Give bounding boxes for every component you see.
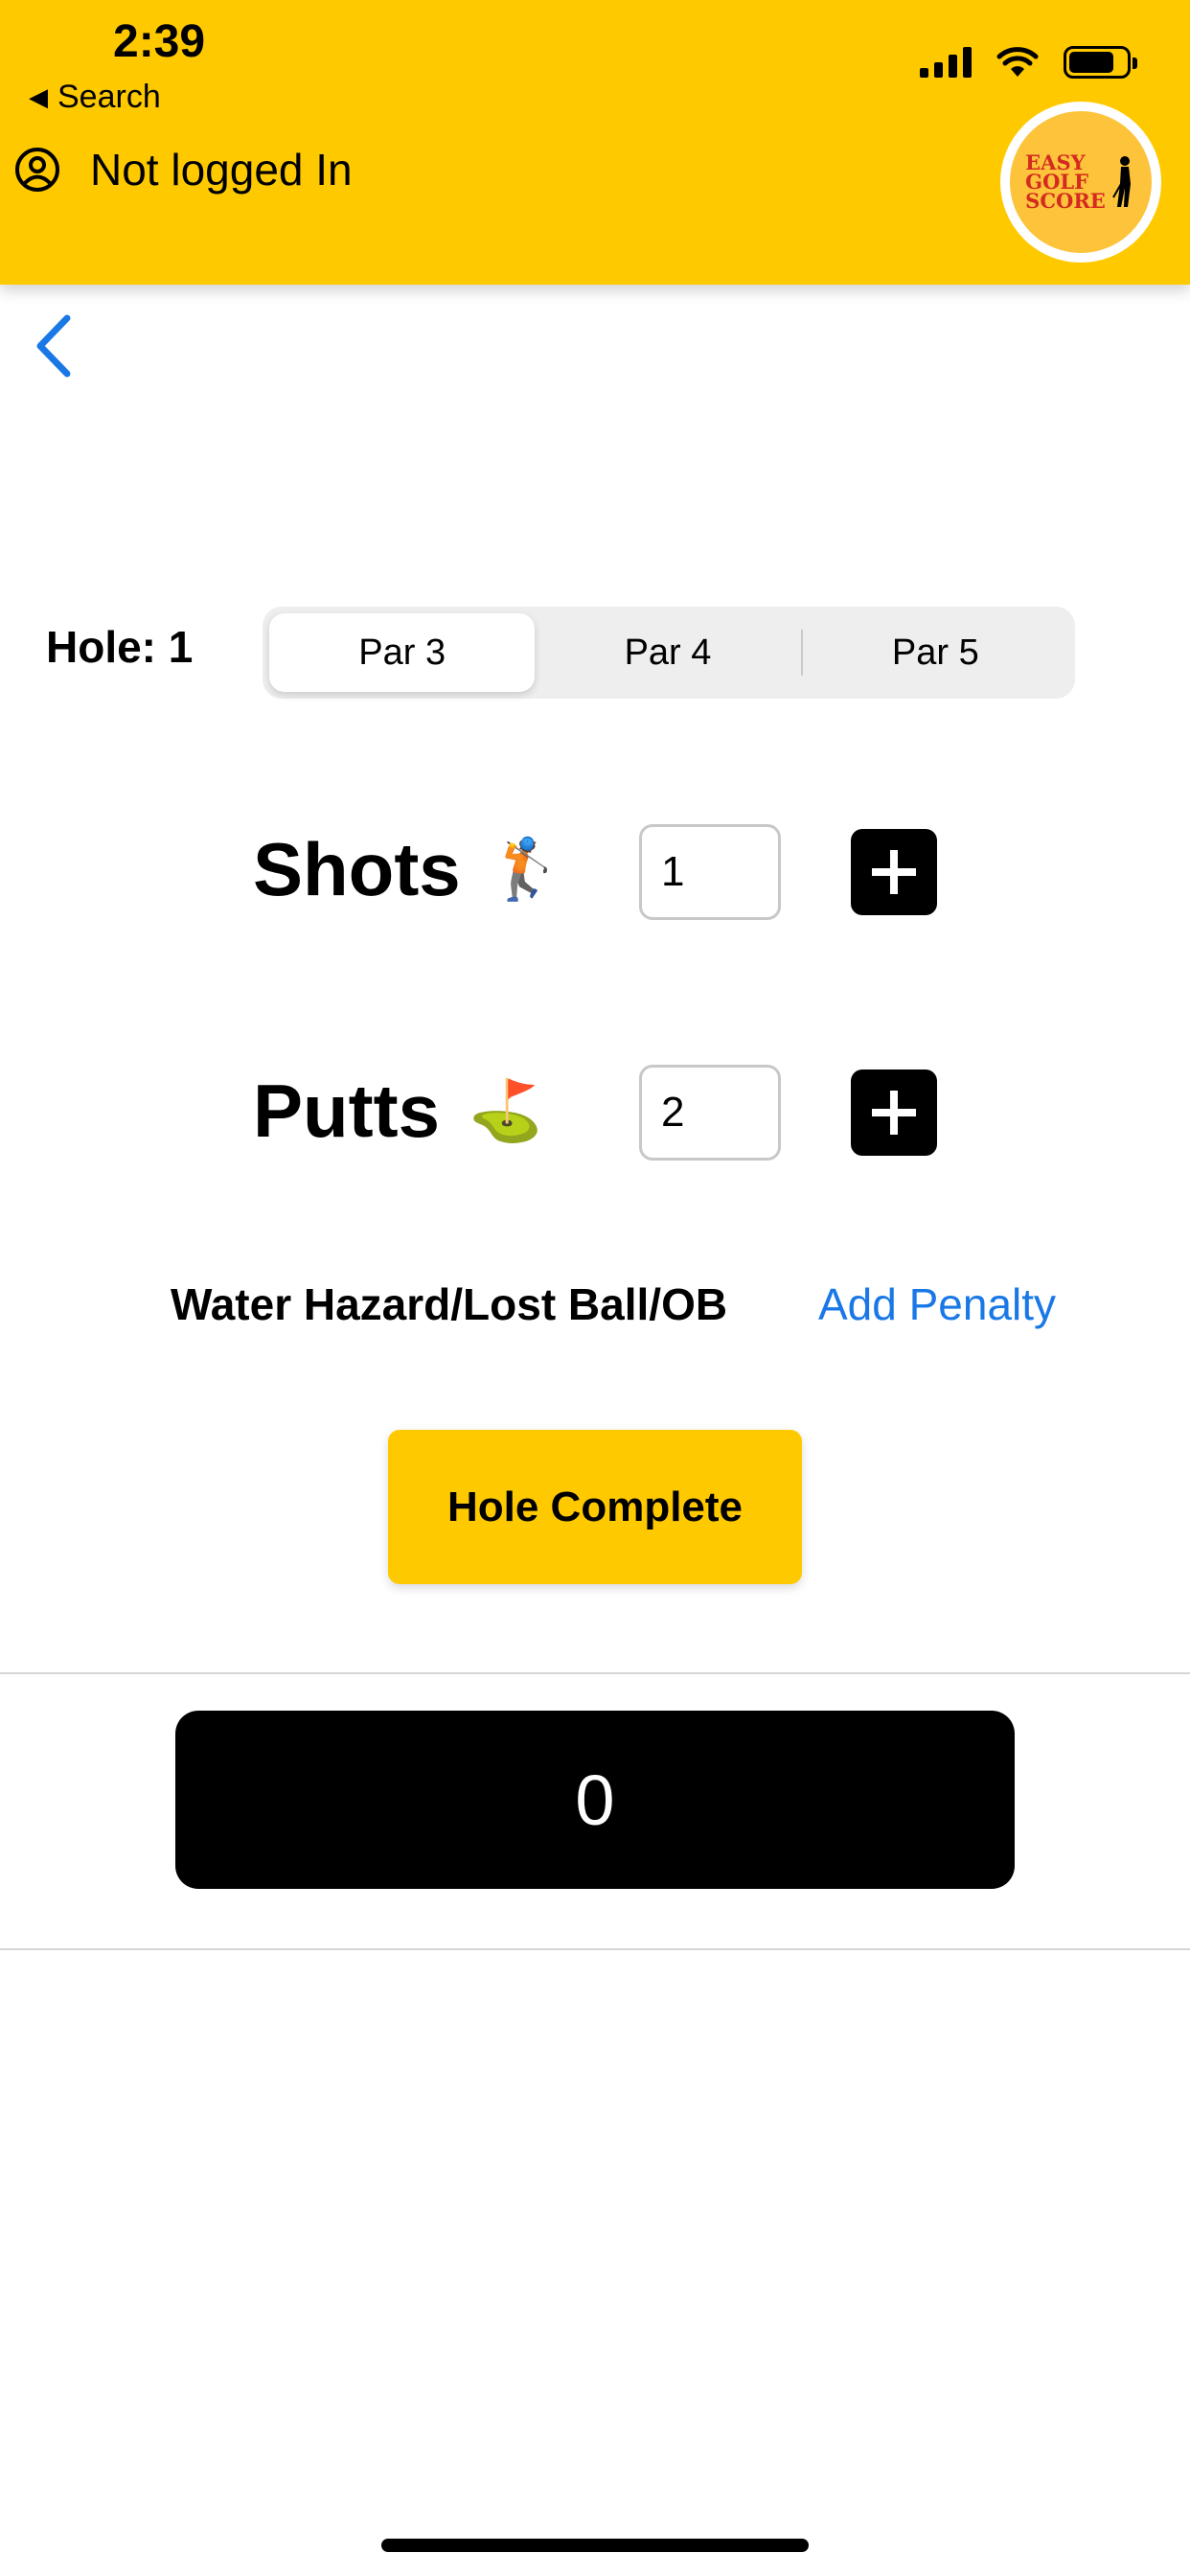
golfer-icon: 🏌️ <box>489 837 563 903</box>
login-status[interactable]: Not logged In <box>13 144 353 196</box>
status-time: 2:39 <box>113 16 206 67</box>
putts-label-group: Putts ⛳ <box>253 1068 542 1155</box>
app-header: 2:39 ◀ Search Not logged In EASY GOLF SC… <box>0 0 1190 285</box>
shots-label-group: Shots 🏌️ <box>253 826 563 913</box>
back-to-search[interactable]: ◀ Search <box>29 79 161 116</box>
divider-top <box>0 1672 1190 1674</box>
hole-complete-button[interactable]: Hole Complete <box>388 1430 802 1584</box>
login-status-label: Not logged In <box>90 145 353 195</box>
back-triangle-icon: ◀ <box>29 82 48 111</box>
signal-icon <box>920 47 972 78</box>
add-putt-button[interactable] <box>851 1070 937 1156</box>
chevron-left-icon[interactable] <box>31 312 79 380</box>
golfer-silhouette-icon <box>1111 156 1131 207</box>
status-icons <box>920 46 1137 79</box>
putts-label: Putts <box>253 1069 440 1153</box>
penalty-label: Water Hazard/Lost Ball/OB <box>171 1279 728 1329</box>
putts-input[interactable]: 2 <box>639 1065 781 1161</box>
shots-input[interactable]: 1 <box>639 824 781 920</box>
par-5-option[interactable]: Par 5 <box>803 613 1068 692</box>
home-indicator[interactable] <box>381 2539 809 2552</box>
par-selector[interactable]: Par 3 Par 4 Par 5 <box>263 607 1075 699</box>
golf-flag-icon: ⛳ <box>469 1078 543 1144</box>
add-penalty-link[interactable]: Add Penalty <box>818 1278 1056 1330</box>
back-to-search-label: Search <box>57 79 161 115</box>
user-circle-icon <box>15 148 59 192</box>
hole-label: Hole: 1 <box>46 622 194 672</box>
add-shot-button[interactable] <box>851 829 937 915</box>
par-4-option[interactable]: Par 4 <box>535 613 800 692</box>
logo-text-line-3: SCORE <box>1025 189 1106 213</box>
easy-golf-score-logo: EASY GOLF SCORE <box>1000 102 1161 263</box>
shots-label: Shots <box>253 827 461 911</box>
divider-bottom <box>0 1948 1190 1950</box>
par-3-option[interactable]: Par 3 <box>269 613 536 692</box>
total-score-display: 0 <box>175 1711 1015 1889</box>
battery-icon <box>1064 46 1137 79</box>
wifi-icon <box>996 47 1039 77</box>
